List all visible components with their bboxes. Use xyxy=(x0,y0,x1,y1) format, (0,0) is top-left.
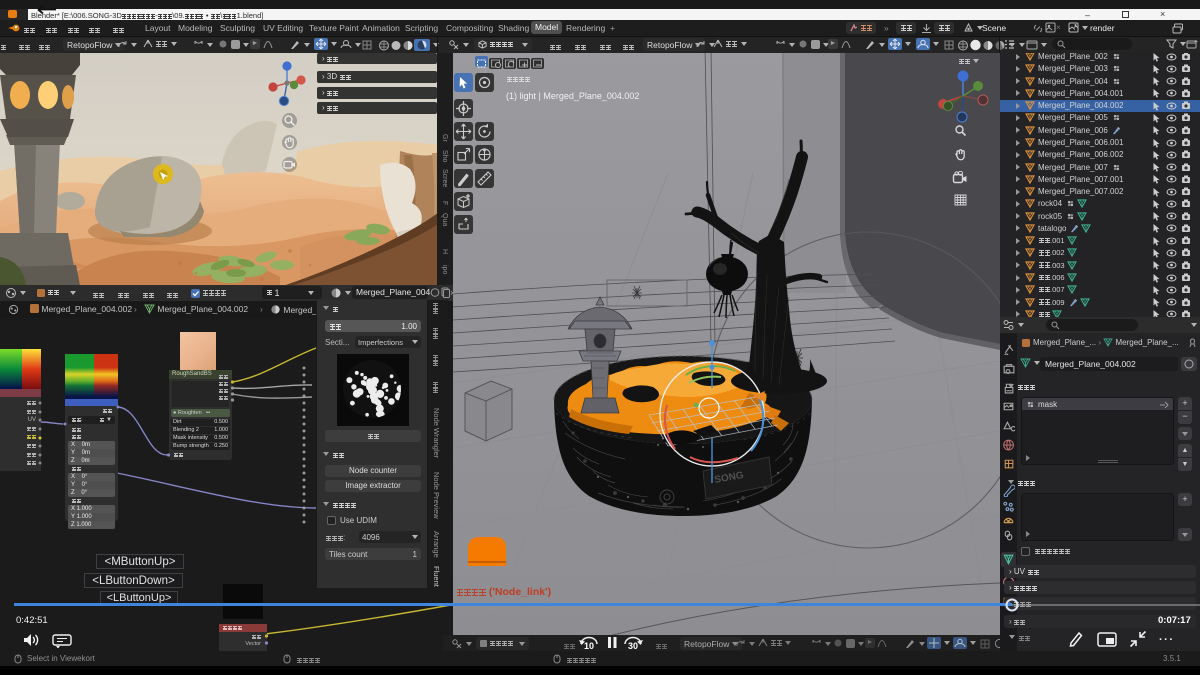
svg-text:30: 30 xyxy=(628,641,638,651)
svg-text:10: 10 xyxy=(584,641,594,651)
